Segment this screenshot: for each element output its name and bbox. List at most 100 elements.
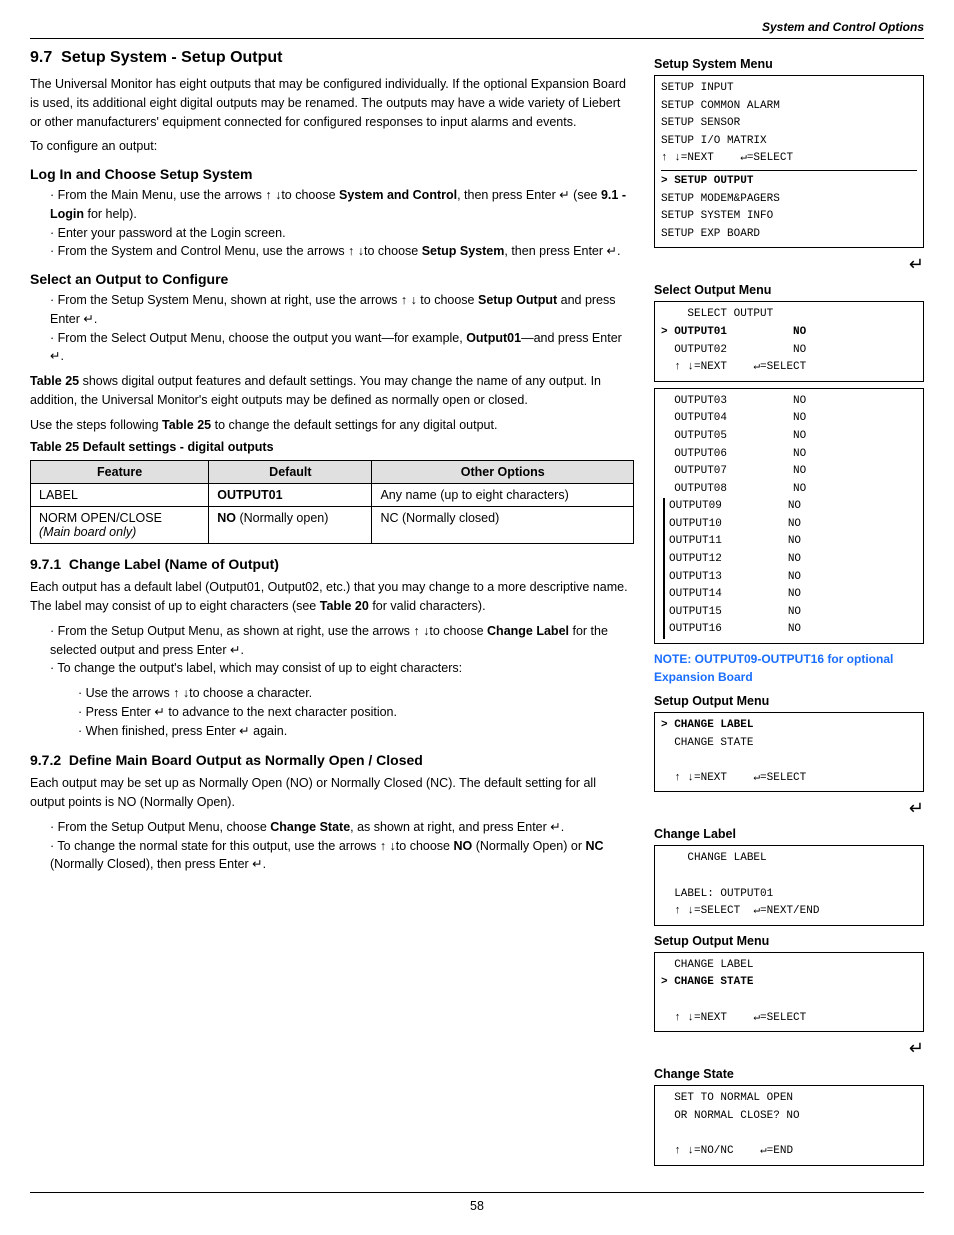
select-output-steps: From the Setup System Menu, shown at rig…	[48, 291, 634, 366]
log-in-heading: Log In and Choose Setup System	[30, 166, 634, 182]
enter-arrow-2: ↵	[654, 798, 924, 819]
menu-item: CHANGE LABEL	[661, 850, 917, 868]
section-972-intro: Each output may be set up as Normally Op…	[30, 774, 634, 812]
table-cell-default: NO (Normally open)	[209, 507, 372, 544]
configure-prompt: To configure an output:	[30, 137, 634, 156]
menu-item: OUTPUT06 NO	[661, 446, 917, 464]
menu-item: SETUP INPUT	[661, 80, 917, 98]
menu-item: OUTPUT10 NO	[669, 516, 917, 534]
menu-item-selected: > SETUP OUTPUT	[661, 173, 917, 191]
table-header-options: Other Options	[372, 461, 634, 484]
select-output-menu: SELECT OUTPUT > OUTPUT01 NO OUTPUT02 NO …	[654, 301, 924, 381]
output-bracket-items: OUTPUT09 NO OUTPUT10 NO OUTPUT11 NO OUTP…	[669, 498, 917, 639]
menu-nav: ↑ ↓=SELECT ↵=NEXT/END	[661, 903, 917, 921]
enter-arrow-3: ↵	[654, 1038, 924, 1059]
page-header: System and Control Options	[30, 20, 924, 39]
menu-item: OR NORMAL CLOSE? NO	[661, 1108, 917, 1126]
section-971-intro: Each output has a default label (Output0…	[30, 578, 634, 616]
table-cell-options: Any name (up to eight characters)	[372, 484, 634, 507]
change-label-menu: CHANGE LABEL LABEL: OUTPUT01 ↑ ↓=SELECT …	[654, 845, 924, 925]
menu-item: OUTPUT04 NO	[661, 410, 917, 428]
table-cell-default: OUTPUT01	[209, 484, 372, 507]
menu-item: OUTPUT12 NO	[669, 551, 917, 569]
menu-item: OUTPUT07 NO	[661, 463, 917, 481]
output-list: OUTPUT03 NO OUTPUT04 NO OUTPUT05 NO OUTP…	[654, 388, 924, 644]
table-cell-options: NC (Normally closed)	[372, 507, 634, 544]
table25: Feature Default Other Options LABEL OUTP…	[30, 460, 634, 544]
list-item: From the Setup Output Menu, choose Chang…	[48, 818, 634, 837]
list-item: From the Select Output Menu, choose the …	[48, 329, 634, 367]
setup-output-menu-2: CHANGE LABEL > CHANGE STATE ↑ ↓=NEXT ↵=S…	[654, 952, 924, 1032]
section-972-steps: From the Setup Output Menu, choose Chang…	[48, 818, 634, 874]
section-971-title: 9.7.1 Change Label (Name of Output)	[30, 556, 634, 572]
list-item: From the Main Menu, use the arrows ↑ ↓to…	[48, 186, 634, 224]
setup-system-menu: SETUP INPUT SETUP COMMON ALARM SETUP SEN…	[654, 75, 924, 248]
menu-nav: ↑ ↓=NEXT ↵=SELECT	[661, 770, 917, 788]
enter-arrow-1: ↵	[654, 254, 924, 275]
menu-item: CHANGE LABEL	[661, 957, 917, 975]
menu-item: OUTPUT14 NO	[669, 586, 917, 604]
bracket-group: OUTPUT09 NO OUTPUT10 NO OUTPUT11 NO OUTP…	[661, 498, 917, 639]
table25-note: Table 25 shows digital output features a…	[30, 372, 634, 410]
section-971: 9.7.1 Change Label (Name of Output) Each…	[30, 556, 634, 740]
menu-item: SETUP MODEM&PAGERS	[661, 191, 917, 209]
change-label-title: Change Label	[654, 827, 924, 841]
list-item: When finished, press Enter ↵ again.	[66, 722, 634, 741]
menu-nav: ↑ ↓=NEXT ↵=SELECT	[661, 1010, 917, 1028]
select-output-heading: Select an Output to Configure	[30, 271, 634, 287]
section-97-intro: The Universal Monitor has eight outputs …	[30, 75, 634, 131]
list-item: Press Enter ↵ to advance to the next cha…	[66, 703, 634, 722]
select-output-menu-title: Select Output Menu	[654, 283, 924, 297]
menu-item: SELECT OUTPUT	[661, 306, 917, 324]
table-cell-feature: NORM OPEN/CLOSE(Main board only)	[31, 507, 209, 544]
menu-item: OUTPUT15 NO	[669, 604, 917, 622]
section-97-title: 9.7 Setup System - Setup Output	[30, 49, 634, 67]
table-row: LABEL OUTPUT01 Any name (up to eight cha…	[31, 484, 634, 507]
table-header-default: Default	[209, 461, 372, 484]
menu-item: SET TO NORMAL OPEN	[661, 1090, 917, 1108]
left-column: 9.7 Setup System - Setup Output The Univ…	[30, 49, 634, 1172]
table-row: NORM OPEN/CLOSE(Main board only) NO (Nor…	[31, 507, 634, 544]
list-item: From the System and Control Menu, use th…	[48, 242, 634, 261]
log-in-steps: From the Main Menu, use the arrows ↑ ↓to…	[48, 186, 634, 261]
menu-item-selected: > CHANGE LABEL	[661, 717, 917, 735]
menu-item: OUTPUT05 NO	[661, 428, 917, 446]
section-971-substeps: Use the arrows ↑ ↓to choose a character.…	[66, 684, 634, 740]
list-item: Use the arrows ↑ ↓to choose a character.	[66, 684, 634, 703]
menu-item: LABEL: OUTPUT01	[661, 886, 917, 904]
menu-item: OUTPUT16 NO	[669, 621, 917, 639]
right-column: Setup System Menu SETUP INPUT SETUP COMM…	[654, 49, 924, 1172]
menu-item: OUTPUT13 NO	[669, 569, 917, 587]
change-state-title: Change State	[654, 1067, 924, 1081]
menu-nav: ↑ ↓=NEXT ↵=SELECT	[661, 150, 917, 168]
table-header-feature: Feature	[31, 461, 209, 484]
list-item: From the Setup System Menu, shown at rig…	[48, 291, 634, 329]
page: System and Control Options 9.7 Setup Sys…	[0, 0, 954, 1235]
list-item: To change the output's label, which may …	[48, 659, 634, 678]
menu-item: OUTPUT02 NO	[661, 342, 917, 360]
page-number: 58	[30, 1192, 924, 1213]
section-972-title: 9.7.2 Define Main Board Output as Normal…	[30, 752, 634, 768]
setup-output-menu-1: > CHANGE LABEL CHANGE STATE ↑ ↓=NEXT ↵=S…	[654, 712, 924, 792]
table25-caption: Table 25 Default settings - digital outp…	[30, 440, 634, 454]
menu-nav: ↑ ↓=NO/NC ↵=END	[661, 1143, 917, 1161]
menu-item-selected: > CHANGE STATE	[661, 974, 917, 992]
section-971-steps: From the Setup Output Menu, as shown at …	[48, 622, 634, 678]
list-item: From the Setup Output Menu, as shown at …	[48, 622, 634, 660]
output-note: NOTE: OUTPUT09-OUTPUT16 for optional Exp…	[654, 650, 924, 686]
menu-item: SETUP I/O MATRIX	[661, 133, 917, 151]
menu-item: SETUP COMMON ALARM	[661, 98, 917, 116]
menu-nav: ↑ ↓=NEXT ↵=SELECT	[661, 359, 917, 377]
setup-output-menu-title-2: Setup Output Menu	[654, 934, 924, 948]
section-972: 9.7.2 Define Main Board Output as Normal…	[30, 752, 634, 874]
menu-item: SETUP SENSOR	[661, 115, 917, 133]
list-item: To change the normal state for this outp…	[48, 837, 634, 875]
setup-output-menu-title-1: Setup Output Menu	[654, 694, 924, 708]
menu-item-selected: > OUTPUT01 NO	[661, 324, 917, 342]
section-97: 9.7 Setup System - Setup Output The Univ…	[30, 49, 634, 544]
menu-item: OUTPUT03 NO	[661, 393, 917, 411]
menu-item: CHANGE STATE	[661, 735, 917, 753]
change-state-menu: SET TO NORMAL OPEN OR NORMAL CLOSE? NO ↑…	[654, 1085, 924, 1165]
table-cell-feature: LABEL	[31, 484, 209, 507]
menu-item: OUTPUT08 NO	[661, 481, 917, 499]
